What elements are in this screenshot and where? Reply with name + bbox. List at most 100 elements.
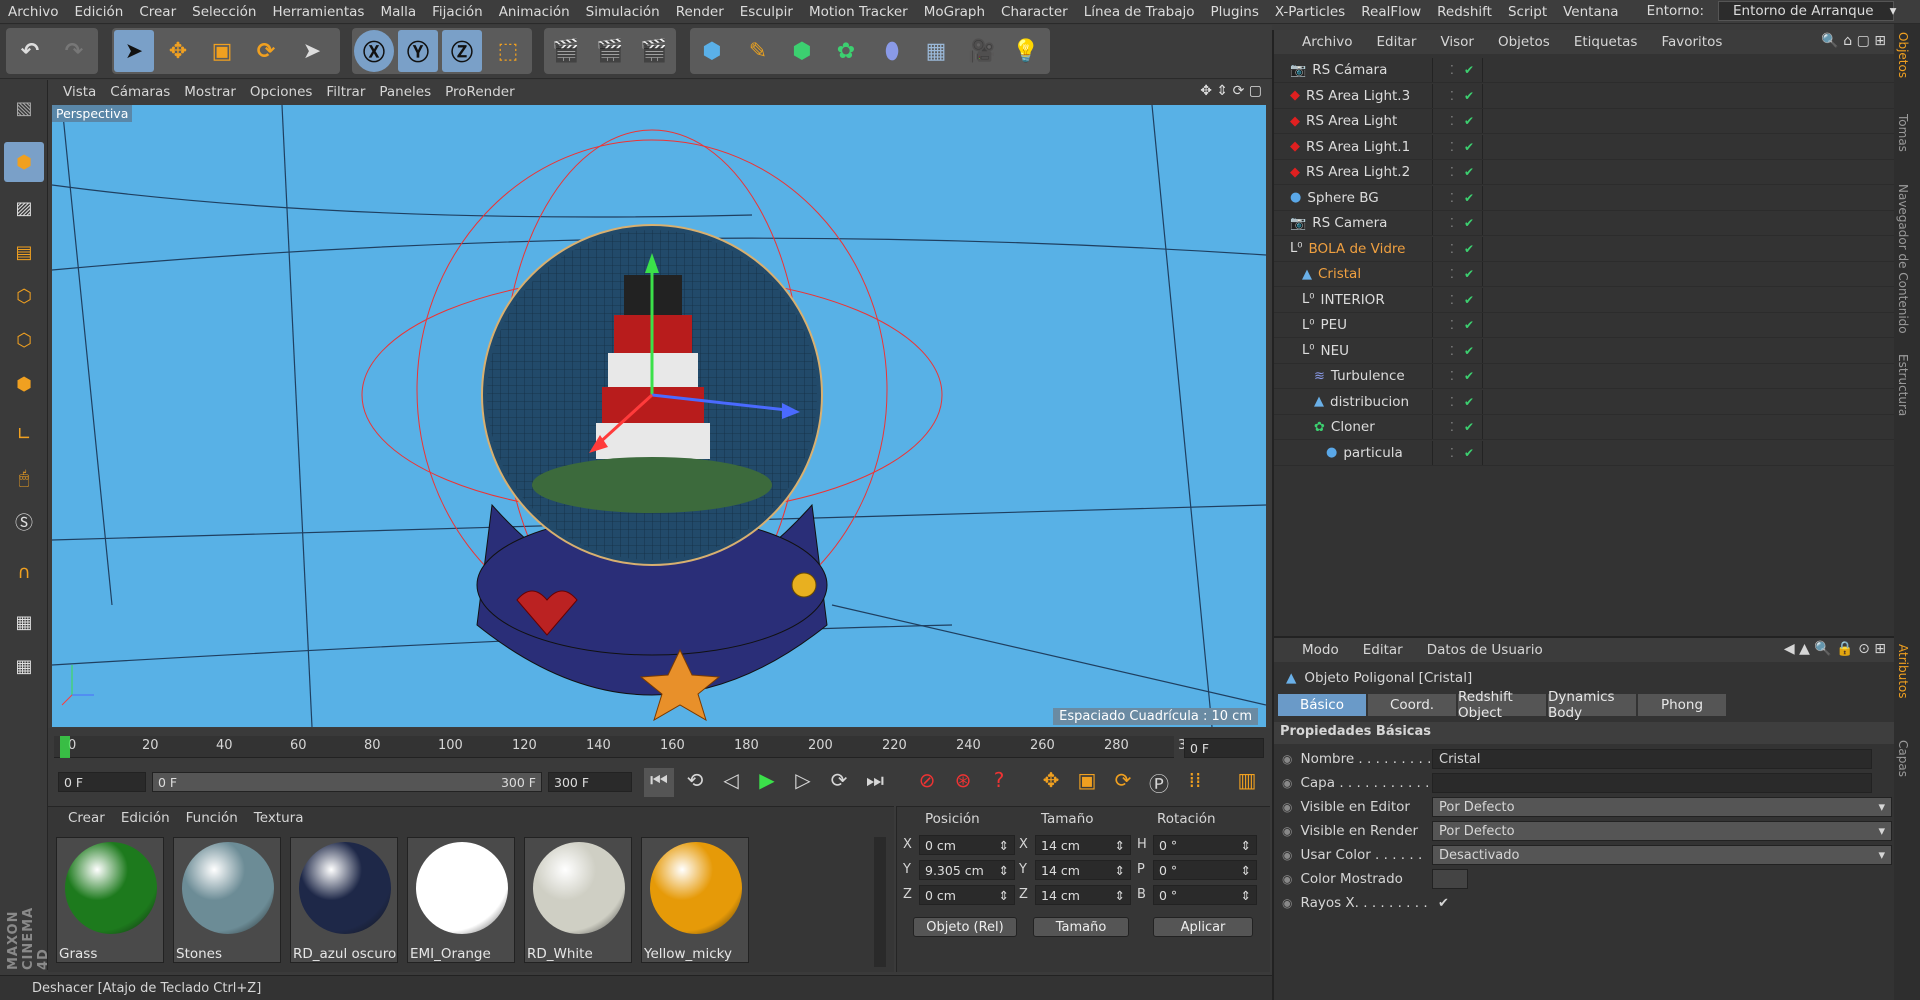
- side-tab-2[interactable]: Navegador de Contenido: [1896, 184, 1910, 334]
- menu-10[interactable]: Esculpir: [732, 4, 801, 20]
- key-scale-icon[interactable]: ▣: [1072, 768, 1102, 797]
- position-z-field[interactable]: 0 cm ⇕: [919, 885, 1015, 905]
- object-row[interactable]: ◆ RS Area Light.3 ⁚ ✔: [1274, 83, 1896, 109]
- stepper-icon[interactable]: ⇕: [1241, 838, 1251, 853]
- enabled-check-icon[interactable]: ✔: [1464, 344, 1474, 358]
- attribute-tab-4[interactable]: Phong: [1638, 694, 1726, 716]
- menu-12[interactable]: MoGraph: [916, 4, 993, 20]
- material-menu-2[interactable]: Función: [186, 810, 238, 826]
- axis-mode-icon[interactable]: ∟: [4, 414, 44, 454]
- record-key-icon[interactable]: ⊘: [912, 768, 942, 797]
- attribute-menu-0[interactable]: Modo: [1302, 642, 1339, 658]
- autokey-icon[interactable]: ⊛: [948, 768, 978, 797]
- render-view-icon[interactable]: 🎬: [546, 30, 586, 72]
- env-select[interactable]: Entorno de Arranque ▾: [1718, 1, 1896, 21]
- apply-button[interactable]: Aplicar: [1153, 917, 1253, 937]
- object-row[interactable]: ◆ RS Area Light.2 ⁚ ✔: [1274, 160, 1896, 185]
- rotation-p-field[interactable]: 0 ° ⇕: [1153, 860, 1257, 880]
- viewport-menu-3[interactable]: Opciones: [250, 84, 313, 100]
- next-key-icon[interactable]: ⟳: [824, 768, 854, 797]
- light-bulb-icon[interactable]: 💡: [1006, 30, 1046, 72]
- object-menu-1[interactable]: Editar: [1376, 34, 1416, 50]
- key-param-icon[interactable]: Ⓟ: [1144, 768, 1174, 797]
- menu-16[interactable]: X-Particles: [1267, 4, 1353, 20]
- material-swatch[interactable]: Yellow_micky: [641, 837, 749, 963]
- object-row[interactable]: ▲ Cristal ⁚ ✔: [1274, 262, 1896, 287]
- visibility-dots-icon[interactable]: ⁚: [1450, 420, 1454, 434]
- tweak-mode-icon[interactable]: 🖱: [4, 458, 44, 498]
- redo-icon[interactable]: ↷: [54, 30, 94, 72]
- attribute-menu-2[interactable]: Datos de Usuario: [1427, 642, 1543, 658]
- visibility-dots-icon[interactable]: ⁚: [1450, 165, 1454, 179]
- play-icon[interactable]: ▶: [752, 768, 782, 797]
- viewport-menu-6[interactable]: ProRender: [445, 84, 514, 100]
- visibility-dots-icon[interactable]: ⁚: [1450, 63, 1454, 77]
- points-mode-icon[interactable]: ⬡: [4, 276, 44, 316]
- enabled-check-icon[interactable]: ✔: [1464, 293, 1474, 307]
- object-name-cell[interactable]: 📷 RS Cámara: [1290, 62, 1387, 78]
- rotation-h-field[interactable]: 0 ° ⇕: [1153, 835, 1257, 855]
- enabled-check-icon[interactable]: ✔: [1464, 191, 1474, 205]
- start-frame-field[interactable]: 0 F: [58, 772, 146, 792]
- next-frame-icon[interactable]: ▷: [788, 768, 818, 797]
- keyframe-help-icon[interactable]: ?: [984, 768, 1014, 797]
- stepper-icon[interactable]: ⇕: [1115, 863, 1125, 878]
- visibility-dots-icon[interactable]: ⁚: [1450, 318, 1454, 332]
- x-axis-icon[interactable]: Ⓧ: [354, 30, 394, 72]
- camera-icon[interactable]: 🎥: [962, 30, 1002, 72]
- visibility-dots-icon[interactable]: ⁚: [1450, 395, 1454, 409]
- object-row[interactable]: 📷 RS Cámara ⁚ ✔: [1274, 58, 1896, 83]
- workplane-icon[interactable]: ▤: [4, 232, 44, 272]
- viewport-nav-icons[interactable]: ✥ ⇕ ⟳ ▢: [1200, 83, 1262, 99]
- menu-2[interactable]: Crear: [131, 4, 184, 20]
- material-menu-0[interactable]: Crear: [68, 810, 105, 826]
- scale-icon[interactable]: ▣: [202, 30, 242, 72]
- object-name-cell[interactable]: L⁰ PEU: [1302, 317, 1347, 333]
- playhead[interactable]: [60, 736, 70, 758]
- attribute-menu-1[interactable]: Editar: [1363, 642, 1403, 658]
- grid-snap-icon[interactable]: ▦: [4, 646, 44, 686]
- enabled-check-icon[interactable]: ✔: [1464, 420, 1474, 434]
- object-mode-icon[interactable]: ⬢: [4, 142, 44, 182]
- visibility-dots-icon[interactable]: ⁚: [1450, 242, 1454, 256]
- viewport-canvas[interactable]: Perspectiva Espaciado Cuadrícula : 10 cm: [52, 105, 1266, 727]
- object-name-cell[interactable]: L⁰ BOLA de Vidre: [1290, 241, 1405, 257]
- enabled-check-icon[interactable]: ✔: [1464, 242, 1474, 256]
- rotate-icon[interactable]: ⟳: [246, 30, 286, 72]
- side-tab-3[interactable]: Estructura: [1896, 354, 1910, 416]
- material-swatch[interactable]: Stones: [173, 837, 281, 963]
- visibility-dots-icon[interactable]: ⁚: [1450, 344, 1454, 358]
- object-name-cell[interactable]: ◆ RS Area Light.3: [1290, 88, 1410, 104]
- current-frame-field[interactable]: 0 F: [1184, 738, 1264, 758]
- attribute-tab-0[interactable]: Básico: [1278, 694, 1366, 716]
- texture-mode-icon[interactable]: ▨: [4, 188, 44, 228]
- frame-range-slider[interactable]: 0 F 300 F: [152, 772, 542, 792]
- object-name-cell[interactable]: ▲ Cristal: [1302, 266, 1361, 282]
- menu-5[interactable]: Malla: [372, 4, 424, 20]
- cube-icon[interactable]: ⬢: [692, 30, 732, 72]
- enabled-check-icon[interactable]: ✔: [1464, 318, 1474, 332]
- visibility-dots-icon[interactable]: ⁚: [1450, 191, 1454, 205]
- stepper-icon[interactable]: ⇕: [1115, 888, 1125, 903]
- menu-7[interactable]: Animación: [491, 4, 578, 20]
- menu-15[interactable]: Plugins: [1203, 4, 1267, 20]
- object-row[interactable]: 📷 RS Camera ⁚ ✔: [1274, 211, 1896, 236]
- object-row[interactable]: L⁰ BOLA de Vidre ⁚ ✔: [1274, 236, 1896, 262]
- object-row[interactable]: ◆ RS Area Light ⁚ ✔: [1274, 109, 1896, 134]
- enabled-check-icon[interactable]: ✔: [1464, 267, 1474, 281]
- radio-icon[interactable]: ◉: [1282, 824, 1292, 838]
- solo-icon[interactable]: Ⓢ: [4, 502, 44, 542]
- side-tab-5[interactable]: Capas: [1896, 740, 1910, 777]
- menu-8[interactable]: Simulación: [578, 4, 668, 20]
- key-position-icon[interactable]: ✥: [1036, 768, 1066, 797]
- attribute-tab-3[interactable]: Dynamics Body: [1548, 689, 1636, 721]
- enabled-check-icon[interactable]: ✔: [1464, 216, 1474, 230]
- radio-icon[interactable]: ◉: [1282, 872, 1292, 886]
- menu-13[interactable]: Character: [993, 4, 1076, 20]
- object-row[interactable]: L⁰ NEU ⁚ ✔: [1274, 338, 1896, 364]
- object-menu-0[interactable]: Archivo: [1302, 34, 1352, 50]
- object-name-cell[interactable]: ● particula: [1326, 445, 1403, 461]
- material-swatch[interactable]: Grass: [56, 837, 164, 963]
- menu-3[interactable]: Selección: [184, 4, 264, 20]
- timeline-ruler[interactable]: 0204060801001201401601802002202402602803…: [54, 736, 1203, 758]
